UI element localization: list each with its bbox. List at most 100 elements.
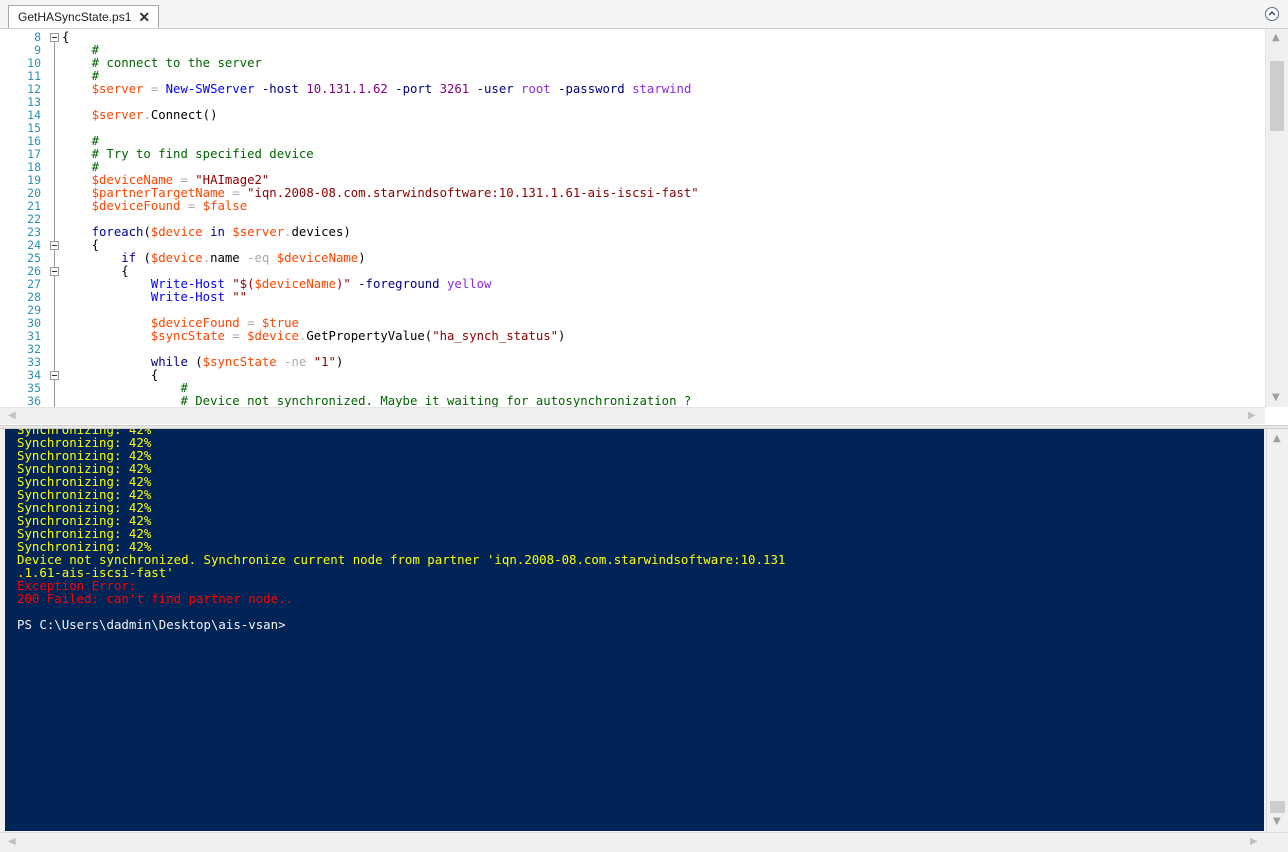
- code-token: #: [62, 69, 100, 83]
- fold-toggle-icon[interactable]: [50, 267, 59, 276]
- console-vertical-scrollbar[interactable]: ▲ ▼: [1266, 429, 1288, 831]
- code-token: starwind: [624, 82, 692, 96]
- code-line[interactable]: $server.Connect(): [62, 108, 218, 122]
- code-token: root: [513, 82, 551, 96]
- code-token: Write-Host: [62, 290, 225, 304]
- code-token: GetPropertyValue(: [306, 329, 433, 343]
- code-token: $true: [261, 316, 299, 330]
- tab-title[interactable]: GetHASyncState.ps1: [18, 10, 131, 24]
- code-token: 3261: [432, 82, 470, 96]
- code-token: name: [210, 251, 248, 265]
- code-token: "ha_synch_status": [432, 329, 559, 343]
- code-token: $syncState: [202, 355, 277, 369]
- code-line[interactable]: $deviceFound = $false: [62, 199, 248, 213]
- scroll-right-icon[interactable]: ▶: [1248, 410, 1256, 421]
- close-icon[interactable]: ✕: [138, 10, 150, 24]
- line-number: 36: [27, 394, 41, 408]
- fold-toggle-icon[interactable]: [50, 33, 59, 42]
- code-line[interactable]: # Try to find specified device: [62, 148, 314, 161]
- console-output-line: 200 Failed: can't find partner node..: [17, 591, 294, 606]
- code-line[interactable]: Write-Host "": [62, 291, 247, 304]
- code-token: "1": [313, 355, 336, 369]
- code-token: )": [335, 277, 351, 291]
- line-number-gutter: 8 9 10 11 12 13 14 15 16 17 18 19 20 21 22 23 24 25 26 27 28…: [0, 29, 46, 408]
- collapse-script-pane-icon[interactable]: [1265, 7, 1279, 21]
- code-token: "HAImage2": [195, 173, 270, 187]
- code-token: "$(: [224, 277, 255, 291]
- code-token: if: [62, 251, 137, 265]
- code-token: $device: [150, 225, 203, 239]
- scroll-down-icon[interactable]: ▼: [1272, 392, 1280, 403]
- code-token: New-SWServer: [165, 82, 255, 96]
- code-token: .: [202, 251, 211, 265]
- console-horizontal-scrollbar[interactable]: ◀ ▶: [0, 832, 1288, 852]
- code-token: 10.131.1.62: [298, 82, 388, 96]
- code-token: Write-Host: [62, 277, 225, 291]
- console-pane[interactable]: Synchronizing: 42% Synchronizing: 42% Sync…: [5, 429, 1264, 831]
- code-token: # Device not synchronized. Maybe it wait…: [62, 394, 692, 408]
- code-token: devices): [291, 225, 351, 239]
- code-token: # Try to find specified device: [62, 147, 314, 161]
- code-token: -foreground: [350, 277, 440, 291]
- script-editor[interactable]: 8 9 10 11 12 13 14 15 16 17 18 19 20 21 22 23 24 25 26 27 28…: [0, 29, 1288, 425]
- code-token: -password: [550, 82, 625, 96]
- code-token: =: [224, 186, 248, 200]
- code-token: $deviceFound: [62, 316, 240, 330]
- code-token: =: [143, 82, 166, 96]
- code-token: while: [62, 355, 188, 369]
- code-token: $deviceName: [254, 277, 336, 291]
- scroll-up-icon[interactable]: ▲: [1272, 32, 1280, 43]
- scroll-down-icon[interactable]: ▼: [1273, 816, 1281, 827]
- code-token: $deviceName: [62, 173, 174, 187]
- code-token: $device: [247, 329, 299, 343]
- code-token: in: [202, 225, 233, 239]
- code-line[interactable]: $syncState = $device.GetPropertyValue("h…: [62, 329, 566, 343]
- code-token: -host: [254, 82, 299, 96]
- code-token: {: [62, 238, 100, 252]
- code-token: ): [558, 329, 566, 343]
- scrollbar-thumb[interactable]: [1270, 61, 1284, 131]
- code-token: $false: [202, 199, 248, 213]
- code-token: .: [284, 225, 292, 239]
- code-token: Connect(): [150, 108, 218, 122]
- scroll-left-icon[interactable]: ◀: [8, 410, 16, 421]
- code-token: #: [62, 134, 100, 148]
- code-line[interactable]: $server = New-SWServer -host 10.131.1.62…: [62, 82, 692, 96]
- code-line[interactable]: foreach($device in $server.devices): [62, 226, 351, 239]
- console-prompt[interactable]: PS C:\Users\dadmin\Desktop\ais-vsan>: [17, 618, 286, 631]
- code-token: # connect to the server: [62, 56, 262, 70]
- code-token: ): [358, 251, 366, 265]
- fold-toggle-icon[interactable]: [50, 371, 59, 380]
- fold-toggle-icon[interactable]: [50, 241, 59, 250]
- code-token: .: [143, 108, 151, 122]
- scroll-right-icon[interactable]: ▶: [1250, 836, 1258, 847]
- code-token: $deviceFound: [62, 199, 181, 213]
- script-tab-bar: GetHASyncState.ps1 ✕: [0, 0, 1288, 29]
- code-token: (: [143, 225, 151, 239]
- code-token: -eq: [247, 251, 270, 265]
- code-token: #: [62, 381, 188, 395]
- code-token: (: [187, 355, 203, 369]
- code-line[interactable]: # Device not synchronized. Maybe it wait…: [62, 394, 692, 408]
- editor-horizontal-scrollbar[interactable]: ◀ ▶: [0, 407, 1265, 424]
- code-token: =: [239, 316, 262, 330]
- code-token: $deviceName: [269, 251, 359, 265]
- editor-vertical-scrollbar[interactable]: ▲ ▼: [1265, 29, 1288, 407]
- code-token: $partnerTargetName: [62, 186, 225, 200]
- code-token: -user: [469, 82, 514, 96]
- scroll-up-icon[interactable]: ▲: [1273, 433, 1281, 444]
- scrollbar-thumb[interactable]: [1270, 801, 1285, 813]
- scroll-left-icon[interactable]: ◀: [8, 836, 16, 847]
- code-token: $device: [150, 251, 203, 265]
- code-token: ): [335, 355, 344, 369]
- code-token: =: [224, 329, 248, 343]
- code-token: foreach: [62, 225, 144, 239]
- code-token: $server: [232, 225, 285, 239]
- code-token: {: [62, 30, 70, 44]
- tab-script-file[interactable]: GetHASyncState.ps1 ✕: [8, 5, 160, 28]
- fold-margin: [50, 29, 62, 407]
- code-token: "": [224, 290, 248, 304]
- code-area[interactable]: 8 9 10 11 12 13 14 15 16 17 18 19 20 21 22 23 24 25 26 27 28…: [0, 29, 1263, 407]
- code-token: =: [180, 199, 203, 213]
- code-token: $syncState: [62, 329, 225, 343]
